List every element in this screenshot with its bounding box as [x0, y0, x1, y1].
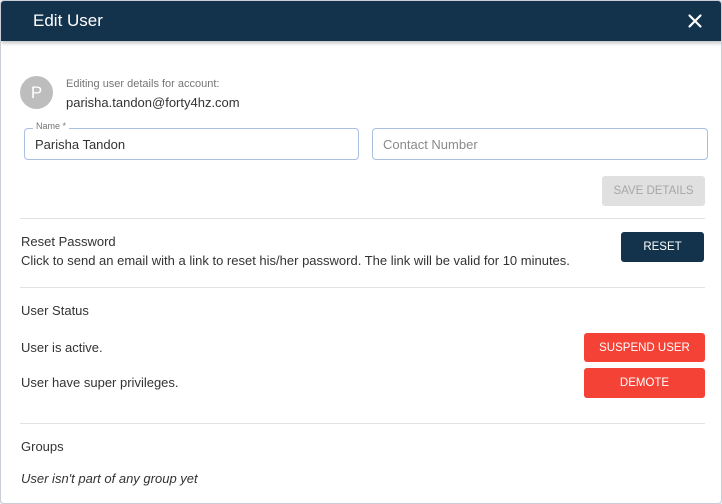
save-details-button[interactable]: SAVE DETAILS — [602, 176, 705, 206]
edit-user-dialog: Edit User P Editing user details for acc… — [0, 0, 722, 504]
contact-field-wrapper — [372, 128, 708, 160]
name-field-wrapper: Name * — [24, 121, 359, 160]
suspend-user-button[interactable]: SUSPEND USER — [584, 333, 705, 362]
user-active-text: User is active. — [21, 340, 103, 355]
divider — [20, 287, 705, 288]
reset-button[interactable]: RESET — [621, 232, 704, 262]
user-status-title: User Status — [21, 303, 89, 318]
groups-title: Groups — [21, 439, 64, 454]
name-field-label: Name * — [33, 121, 70, 131]
reset-password-title: Reset Password — [21, 234, 116, 249]
dialog-header: Edit User — [1, 1, 721, 41]
user-privileges-text: User have super privileges. — [21, 375, 179, 390]
divider — [20, 423, 705, 424]
groups-empty-text: User isn't part of any group yet — [21, 471, 198, 486]
account-caption: Editing user details for account: — [66, 78, 220, 90]
avatar: P — [20, 76, 53, 109]
contact-number-input[interactable] — [373, 129, 707, 159]
demote-button[interactable]: DEMOTE — [584, 368, 705, 398]
account-email: parisha.tandon@forty4hz.com — [66, 95, 240, 110]
close-icon[interactable] — [685, 11, 705, 31]
divider — [20, 218, 705, 219]
reset-password-description: Click to send an email with a link to re… — [21, 253, 570, 268]
name-input[interactable] — [25, 129, 358, 159]
dialog-title: Edit User — [33, 11, 103, 30]
